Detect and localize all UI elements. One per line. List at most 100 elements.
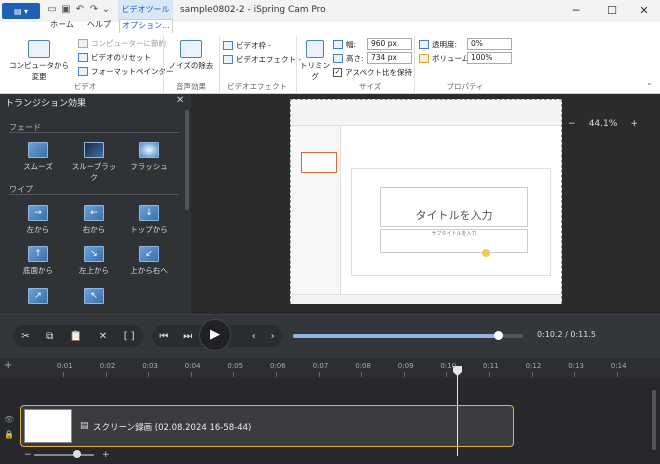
checkbox-checked-icon: ✓ (333, 68, 342, 77)
zoom-in-icon[interactable]: + (630, 119, 638, 129)
collapse-ribbon-icon[interactable]: ⌃ (646, 82, 653, 91)
timeline-tick (531, 372, 533, 377)
timeline-zoom-out-icon[interactable]: − (24, 450, 32, 460)
tab-options[interactable]: オプション... (119, 19, 173, 33)
film-icon: ▤ (80, 421, 89, 431)
panel-title: トランジション効果 (5, 99, 87, 109)
cut-icon[interactable]: ✂ (21, 331, 29, 342)
video-effect-button[interactable]: ビデオエフェクト - (223, 54, 301, 65)
skip-end-icon[interactable]: ⏭ (183, 331, 192, 342)
paste-icon[interactable]: 📋 (70, 331, 82, 342)
timeline-tick-label: 0:09 (397, 362, 414, 370)
skip-start-icon[interactable]: ⏮ (159, 331, 168, 342)
height-row: 高さ: (333, 53, 364, 64)
computer-icon (28, 40, 50, 58)
cursor-highlight (482, 249, 490, 257)
divider (163, 36, 164, 98)
timeline-tick (361, 372, 363, 377)
timeline-zoom-in-icon[interactable]: + (102, 450, 110, 460)
prev-frame-icon[interactable]: ‹ (252, 331, 256, 342)
video-group-label: ビデオ (73, 82, 97, 91)
playhead[interactable] (457, 366, 458, 456)
through-black-icon (84, 142, 104, 158)
recorded-statusbar (291, 294, 561, 304)
trim-button[interactable]: トリミング (299, 40, 331, 82)
transition-top-to-right[interactable]: ↙ 上から右へ (124, 246, 174, 276)
close-panel-icon[interactable]: ✕ (176, 95, 184, 106)
slide-thumbnail (301, 152, 337, 173)
save-icon[interactable]: ▣ (60, 4, 72, 16)
save-to-computer-button[interactable]: コンピューターに節約 (78, 38, 166, 49)
format-painter-button[interactable]: フォーマットペインター (78, 66, 174, 77)
copy-from-computer-button[interactable]: コンピュータから変更 (6, 40, 72, 82)
transition-more-2[interactable]: ↖ (69, 288, 119, 307)
minimize-button[interactable]: ─ (562, 2, 590, 20)
arrow-down-right-icon: ↘ (84, 246, 104, 262)
arrow-up-left-icon: ↖ (84, 288, 104, 304)
width-input[interactable]: 960 px (367, 38, 412, 50)
lock-icon[interactable]: 🔒 (4, 430, 14, 439)
transition-through-black[interactable]: スルーブラック (69, 142, 119, 183)
opacity-input[interactable]: 0% (467, 38, 512, 50)
transition-from-bottom[interactable]: ↑ 底面から (13, 246, 63, 276)
reset-video-button[interactable]: ビデオのリセット (78, 52, 151, 63)
transition-flash[interactable]: フラッシュ (124, 142, 174, 172)
transition-from-right[interactable]: ← 右から (69, 205, 119, 235)
timeline-tick (190, 372, 192, 377)
transition-smooth[interactable]: スムーズ (13, 142, 63, 172)
slide-title: タイトルを入力 (380, 187, 528, 227)
noise-removal-button[interactable]: ノイズの除去 (167, 40, 215, 71)
video-canvas[interactable]: タイトルを入力 サブタイトルを入力 (290, 99, 562, 304)
transition-from-left[interactable]: → 左から (13, 205, 63, 235)
timeline-tick-label: 0:02 (99, 362, 116, 370)
video-frame-button[interactable]: ビデオ枠 - (223, 40, 271, 51)
arrow-up-icon: ↑ (28, 246, 48, 262)
timeline-zoom-slider[interactable] (34, 454, 94, 456)
smooth-icon (28, 142, 48, 158)
split-icon[interactable]: ✕ (99, 331, 107, 342)
undo-icon[interactable]: ↶ (74, 4, 86, 16)
copy-icon[interactable]: ⧉ (46, 331, 53, 342)
timeline-tick (403, 372, 405, 377)
timeline-tick (574, 372, 576, 377)
tab-help[interactable]: ヘルプ (84, 19, 114, 33)
edit-tools: ✂ ⧉ 📋 ✕ [ ] (13, 325, 143, 347)
timeline-scrollbar[interactable] (652, 390, 656, 450)
time-display: 0:10.2 / 0:11.5 (537, 330, 596, 339)
timeline-zoom-knob[interactable] (73, 450, 81, 458)
close-button[interactable]: ✕ (630, 2, 658, 20)
progress-bar[interactable] (293, 334, 523, 338)
progress-knob[interactable] (493, 331, 503, 340)
redo-icon[interactable]: ↷ (88, 4, 100, 16)
arrow-left-icon: ← (84, 205, 104, 221)
transition-from-top-left[interactable]: ↘ 左上から (69, 246, 119, 276)
add-track-icon[interactable]: + (4, 360, 12, 371)
file-menu-button[interactable]: ▤ ▾ (2, 3, 40, 19)
timeline-tick (105, 372, 107, 377)
effect-icon (223, 55, 233, 64)
trim-brackets-icon[interactable]: [ ] (124, 331, 135, 342)
panel-scrollbar[interactable] (185, 110, 189, 210)
height-input[interactable]: 734 px (367, 52, 412, 64)
transition-from-top[interactable]: ↓ トップから (124, 205, 174, 235)
play-button[interactable]: ▶ (199, 319, 231, 351)
quick-access-dropdown-icon[interactable]: ⌄ (100, 4, 112, 16)
arrow-up-right-icon: ↗ (28, 288, 48, 304)
transition-more-1[interactable]: ↗ (13, 288, 63, 307)
recorded-thumbnails (291, 126, 341, 294)
volume-input[interactable]: 100% (467, 52, 512, 64)
timeline-tick-label: 0:01 (57, 362, 73, 370)
timeline-tick (318, 372, 320, 377)
open-folder-icon[interactable]: ▭ (46, 4, 58, 16)
zoom-level: 44.1% (588, 119, 618, 129)
tab-home[interactable]: ホーム (44, 19, 80, 33)
crop-icon (306, 40, 324, 58)
keep-aspect-checkbox[interactable]: ✓ アスペクト比を保持 (333, 67, 412, 78)
save-icon (78, 39, 88, 48)
audio-group-label: 音声効果 (176, 82, 206, 91)
zoom-out-icon[interactable]: − (568, 119, 576, 129)
next-frame-icon[interactable]: › (271, 331, 275, 342)
maximize-button[interactable]: ☐ (598, 2, 626, 20)
zoom-control: − 44.1% + (568, 116, 638, 132)
visibility-icon[interactable]: 👁 (4, 415, 14, 424)
